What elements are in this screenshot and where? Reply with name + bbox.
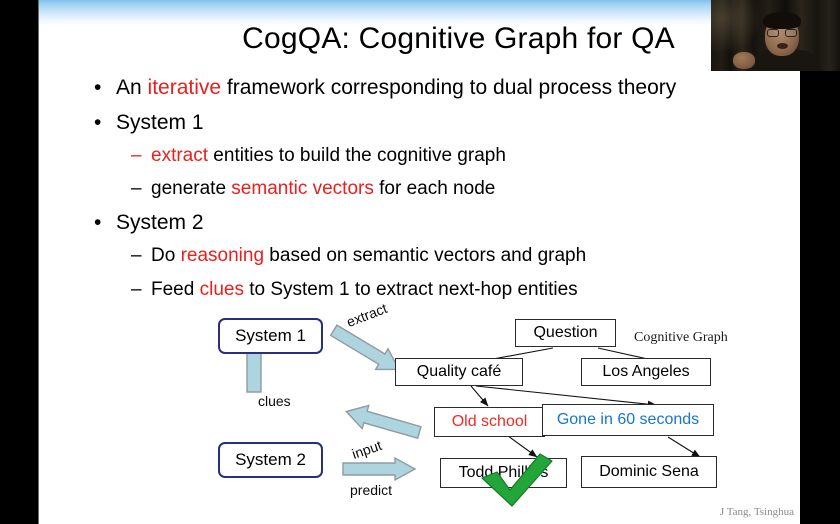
graph-node-old-school-label: Old school [451, 413, 528, 430]
input-arrow [344, 404, 422, 440]
webcam-presenter-hand [733, 52, 755, 69]
dash-marker-6: – [131, 279, 142, 300]
graph-node-dominic-sena[interactable]: Dominic Sena [581, 456, 717, 488]
bullet-text-5-highlight: reasoning [180, 245, 265, 266]
system-1-label: System 1 [235, 326, 306, 345]
bullet-marker-4: • [94, 211, 102, 234]
bullet-text-3-a: generate [151, 178, 232, 199]
graph-node-gone-in-60-seconds[interactable]: Gone in 60 seconds [542, 404, 714, 436]
graph-node-los-angeles[interactable]: Los Angeles [581, 358, 711, 386]
edge-gone-dominic [667, 436, 701, 458]
graph-node-quality-cafe[interactable]: Quality café [395, 358, 523, 386]
bullet-text-2-a: entities to build the cognitive graph [208, 145, 506, 166]
right-letterbox-bar [800, 0, 840, 524]
dash-marker-3: – [131, 178, 142, 199]
edge-quality-oldschool [470, 385, 489, 407]
bullet-text-5-b: based on semantic vectors and graph [264, 245, 587, 266]
bullet-text-4: System 2 [116, 211, 204, 234]
graph-node-question[interactable]: Question [515, 319, 616, 347]
bullet-item-0: • An iterative framework corresponding to… [94, 76, 676, 100]
left-letterbox-bar [0, 0, 38, 524]
bullet-text-0-a: An [116, 76, 148, 99]
webcam-light-patch [711, 0, 763, 54]
edge-quality-gone [475, 385, 657, 408]
clues-arrow-label: clues [258, 393, 291, 409]
bullet-item-6: – Feed clues to System 1 to extract next-… [131, 279, 578, 301]
graph-node-gone-in-60-seconds-label: Gone in 60 seconds [556, 411, 700, 428]
predict-arrow-label: predict [350, 482, 393, 498]
bullet-text-2-highlight: extract [151, 145, 209, 166]
graph-node-todd-phillips-label: Todd Phillips [458, 464, 549, 481]
presenter-webcam-video[interactable] [711, 0, 840, 71]
graph-node-question-label: Question [533, 324, 598, 341]
bullet-text-6-b: to System 1 to extract next-hop entities [243, 279, 578, 300]
webcam-presenter-hair [763, 12, 801, 29]
graph-node-los-angeles-label: Los Angeles [602, 363, 690, 380]
edge-oldschool-todd [507, 435, 538, 458]
bullet-text-3-b: for each node [373, 178, 496, 199]
page-title: CogQA: Cognitive Graph for QA [242, 22, 675, 55]
cogqa-diagram: System 1 System 2 extract clues input pr… [78, 300, 800, 524]
dash-marker-5: – [131, 245, 142, 266]
graph-node-old-school[interactable]: Old school [434, 407, 545, 437]
bullet-item-1: • System 1 [94, 111, 204, 135]
bullet-marker-0: • [94, 76, 102, 99]
bullet-item-5: – Do reasoning based on semantic vectors … [131, 245, 586, 267]
bullet-item-4: • System 2 [94, 211, 204, 235]
bullet-text-0-b: framework corresponding to dual process … [221, 76, 677, 99]
system-2-box[interactable]: System 2 [218, 442, 323, 478]
bullet-text-5-a: Do [151, 245, 181, 266]
system-2-label: System 2 [235, 450, 306, 469]
graph-node-dominic-sena-label: Dominic Sena [599, 463, 699, 480]
slide-screenshot: CogQA: Cognitive Graph for QA • An iterat… [0, 0, 840, 524]
bullet-text-6-a: Feed [151, 279, 200, 300]
graph-node-quality-cafe-label: Quality café [416, 363, 502, 380]
webcam-presenter-glasses-icon [767, 29, 797, 37]
bullet-text-0-highlight: iterative [147, 76, 222, 99]
webcam-presenter-mouth [777, 43, 788, 49]
extract-arrow [329, 324, 401, 371]
bullet-text-6-highlight: clues [199, 279, 244, 300]
bullet-text-1: System 1 [116, 111, 204, 134]
bullet-item-2: – extract entities to build the cognitive… [131, 145, 506, 167]
bullet-text-3-highlight: semantic vectors [231, 178, 374, 199]
slide-canvas: CogQA: Cognitive Graph for QA • An iterat… [39, 0, 800, 524]
bullet-item-3: – generate semantic vectors for each node [131, 178, 495, 200]
graph-node-todd-phillips[interactable]: Todd Phillips [440, 458, 567, 488]
dash-marker-2: – [131, 145, 142, 166]
bullet-marker-1: • [94, 111, 102, 134]
left-bar-seam [38, 0, 39, 524]
system-1-box[interactable]: System 1 [218, 318, 323, 354]
